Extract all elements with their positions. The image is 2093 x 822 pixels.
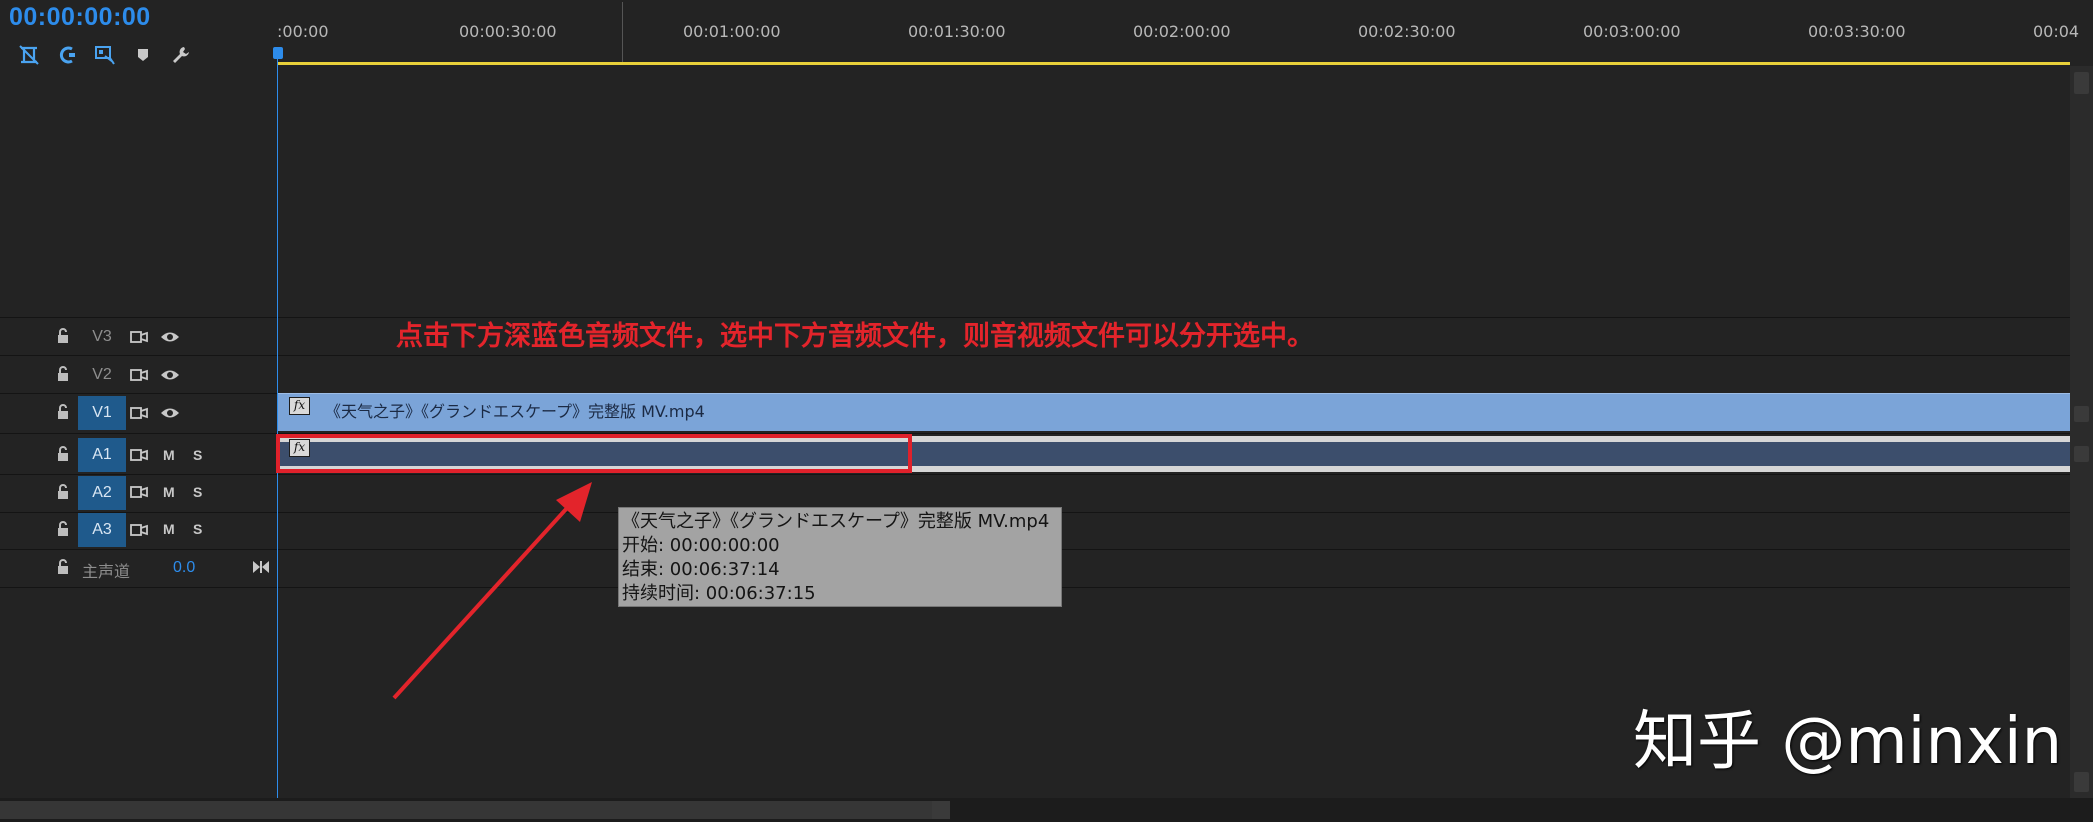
track-label-a2[interactable]: A2	[78, 476, 126, 510]
lock-icon[interactable]	[56, 404, 70, 420]
ruler-tick: 00:01:00:00	[683, 22, 781, 41]
wrench-icon[interactable]	[162, 40, 200, 70]
tooltip-end: 结束: 00:06:37:14	[622, 559, 780, 580]
mute-button[interactable]: M	[163, 484, 175, 500]
horizontal-scrollbar[interactable]	[0, 798, 2093, 822]
ruler-tick: 00:02:30:00	[1358, 22, 1456, 41]
clip-label: 《天气之子》《グランドエスケープ》完整版 MV.mp4	[325, 402, 705, 421]
snap-icon[interactable]	[10, 40, 48, 70]
ruler-tick: 00:00:30:00	[459, 22, 557, 41]
timeline-toolbar	[10, 40, 200, 70]
solo-button[interactable]: S	[193, 447, 202, 463]
lock-icon[interactable]	[56, 521, 70, 537]
clip-tooltip: 《天气之子》《グランドエスケープ》完整版 MV.mp4 开始: 00:00:00…	[618, 507, 1062, 607]
time-ruler[interactable]: :00:00 00:00:30:00 00:01:00:00 00:01:30:…	[277, 0, 2079, 66]
ruler-tick: 00:03:00:00	[1583, 22, 1681, 41]
toggle-sync-lock-icon[interactable]	[130, 448, 148, 462]
tooltip-start: 开始: 00:00:00:00	[622, 535, 780, 556]
mute-button[interactable]: M	[163, 521, 175, 537]
master-volume-value[interactable]: 0.0	[173, 559, 195, 577]
scroll-thumb[interactable]	[2074, 446, 2089, 462]
eye-icon[interactable]	[160, 368, 180, 382]
track-label-a3[interactable]: A3	[78, 513, 126, 547]
ruler-tick: 00:04	[2033, 22, 2080, 41]
work-area-bar[interactable]	[277, 62, 2070, 65]
eye-icon[interactable]	[160, 330, 180, 344]
toggle-sync-lock-icon[interactable]	[130, 368, 148, 382]
marker-icon[interactable]	[124, 40, 162, 70]
playhead-line	[277, 58, 278, 798]
eye-icon[interactable]	[160, 406, 180, 420]
scroll-handle[interactable]	[932, 801, 950, 819]
lock-icon[interactable]	[56, 484, 70, 500]
highlight-box	[276, 434, 912, 473]
lock-icon[interactable]	[56, 366, 70, 382]
track-label-v2[interactable]: V2	[78, 358, 126, 392]
fx-badge: fx	[289, 397, 310, 415]
vertical-scrollbar[interactable]	[2070, 66, 2093, 798]
master-track-label: 主声道	[82, 564, 131, 581]
linked-selection-icon[interactable]	[48, 40, 86, 70]
track-label-v3[interactable]: V3	[78, 320, 126, 354]
track-label-a1[interactable]: A1	[78, 438, 126, 472]
scroll-thumb[interactable]	[0, 801, 932, 819]
lock-icon[interactable]	[56, 446, 70, 462]
go-to-in-out-icon[interactable]	[252, 560, 270, 574]
annotation-text: 点击下方深蓝色音频文件，选中下方音频文件，则音视频文件可以分开选中。	[396, 321, 1314, 352]
mute-button[interactable]: M	[163, 447, 175, 463]
timecode-display[interactable]: 00:00:00:00	[9, 3, 151, 32]
lock-icon[interactable]	[56, 328, 70, 344]
track-divider	[0, 355, 2073, 356]
playhead-handle[interactable]	[273, 47, 283, 59]
watermark: 知乎 @minxin	[1633, 705, 2063, 779]
solo-button[interactable]: S	[193, 521, 202, 537]
toggle-sync-lock-icon[interactable]	[130, 330, 148, 344]
scroll-thumb[interactable]	[2074, 772, 2089, 792]
ruler-tick: 00:02:00:00	[1133, 22, 1231, 41]
tooltip-duration: 持续时间: 00:06:37:15	[622, 583, 816, 604]
add-marker-icon[interactable]	[86, 40, 124, 70]
solo-button[interactable]: S	[193, 484, 202, 500]
tooltip-title: 《天气之子》《グランドエスケープ》完整版 MV.mp4	[622, 511, 1050, 532]
video-clip-v1[interactable]: fx 《天气之子》《グランドエスケープ》完整版 MV.mp4	[277, 393, 2070, 431]
ruler-tick: 00:01:30:00	[908, 22, 1006, 41]
track-label-v1[interactable]: V1	[78, 396, 126, 430]
toggle-sync-lock-icon[interactable]	[130, 523, 148, 537]
scroll-thumb[interactable]	[2074, 406, 2089, 422]
toggle-sync-lock-icon[interactable]	[130, 485, 148, 499]
track-divider	[0, 474, 2073, 475]
toggle-sync-lock-icon[interactable]	[130, 406, 148, 420]
lock-icon[interactable]	[56, 559, 70, 575]
arrow-icon	[392, 482, 592, 700]
ruler-tick: :00:00	[277, 22, 329, 41]
ruler-tick: 00:03:30:00	[1808, 22, 1906, 41]
scroll-thumb[interactable]	[2074, 72, 2089, 94]
ruler-divider	[622, 2, 623, 62]
